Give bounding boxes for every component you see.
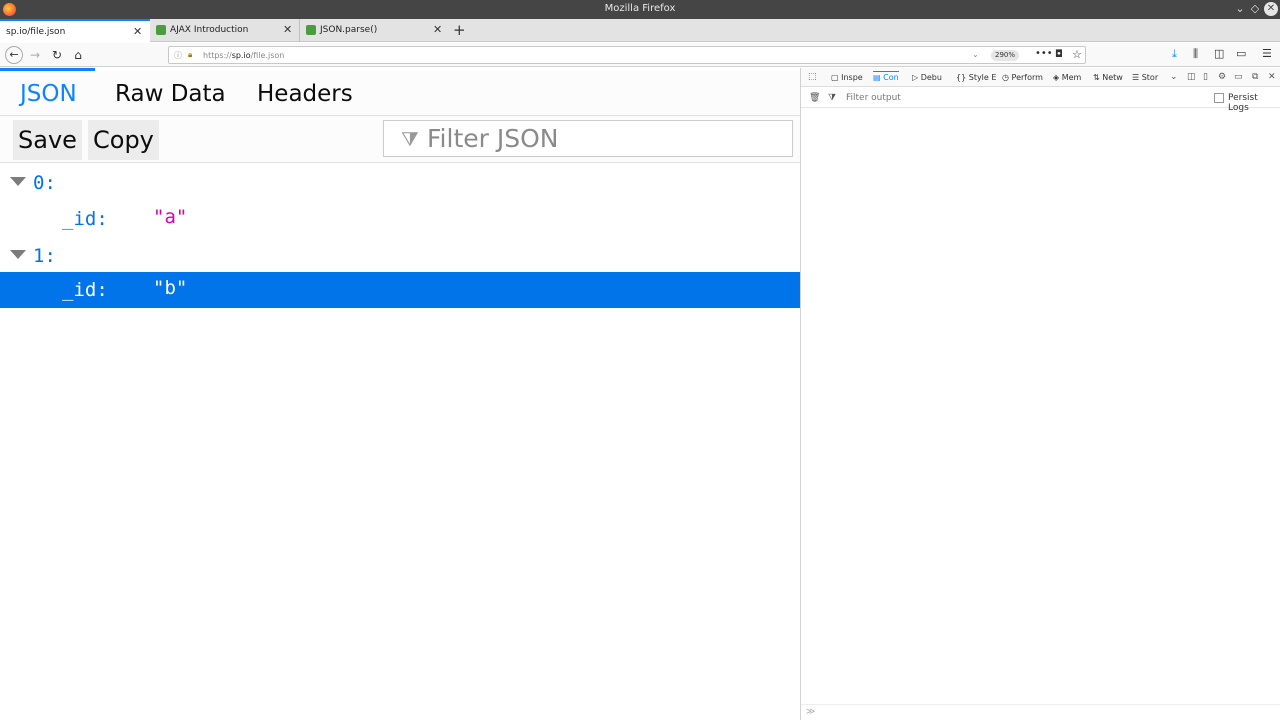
console-input-line[interactable]: ≫ (801, 704, 1280, 720)
close-devtools-icon[interactable]: ✕ (1268, 72, 1276, 82)
forward-arrow-icon[interactable]: → (28, 46, 42, 64)
devtools-tab-label: Netw (1102, 73, 1123, 82)
devtools-tab-label: Debu (920, 73, 942, 82)
tab-ajax-introduction[interactable]: AJAX Introduction ✕ (152, 19, 300, 42)
tree-row[interactable]: _id: "a" (0, 201, 800, 237)
devtools-tab-label: Inspe (841, 73, 863, 82)
persist-logs-label: Persist Logs (1228, 93, 1258, 113)
json-key: _id: (62, 208, 108, 230)
chevron-down-icon[interactable]: ⌄ (1170, 72, 1178, 82)
settings-gear-icon[interactable]: ⚙ (1218, 72, 1226, 82)
close-tab-icon[interactable]: ✕ (433, 23, 442, 36)
devtools-panel: ⬚ ▢ Inspe ▤ Con ▷ Debu {} Style E ◷ Perf… (800, 68, 1280, 720)
url-path: /file.json (250, 51, 285, 60)
close-tab-icon[interactable]: ✕ (133, 25, 142, 38)
dock-bottom-icon[interactable]: ▭ (1234, 72, 1243, 82)
json-key: _id: (62, 279, 108, 301)
devtools-tab-label: Mem (1061, 73, 1082, 82)
screenshot-icon[interactable]: ▭ (1236, 47, 1246, 60)
home-icon[interactable]: ⌂ (71, 46, 85, 64)
filter-json-input[interactable]: ⧩ Filter JSON (383, 120, 793, 157)
tab-strip: sp.io/file.json ✕ AJAX Introduction ✕ JS… (0, 19, 1280, 43)
json-viewer: JSON Raw Data Headers Save Copy ⧩ Filter… (0, 68, 800, 720)
json-key: 1: (33, 245, 56, 267)
w3schools-favicon-icon (156, 25, 166, 35)
dock-side-icon[interactable]: ◫ (1187, 72, 1196, 82)
expand-triangle-icon[interactable] (10, 177, 26, 186)
tab-headers[interactable]: Headers (257, 81, 353, 107)
pick-element-icon[interactable]: ⬚ (808, 72, 817, 82)
trash-icon[interactable]: 🗑︎ (809, 93, 820, 103)
w3schools-favicon-icon (306, 25, 316, 35)
tab-file-json[interactable]: sp.io/file.json ✕ (0, 19, 150, 43)
devtools-tab-label: Con (883, 73, 899, 82)
lock-warning-icon[interactable]: 🔒︎ (188, 50, 192, 60)
url-scheme: https:// (203, 51, 232, 60)
url-host: sp.io (231, 51, 251, 60)
viewer-tabs: JSON Raw Data Headers (0, 71, 800, 116)
minimize-icon[interactable]: ⌄ (1233, 2, 1247, 16)
devtools-tab-console[interactable]: ▤ Con (873, 71, 899, 82)
tree-row[interactable]: 0: (0, 165, 800, 201)
filter-funnel-icon: ⧩ (401, 127, 419, 151)
window-title: Mozilla Firefox (604, 3, 676, 14)
zoom-level-badge[interactable]: 290% (991, 50, 1020, 61)
download-icon[interactable]: ⤓ (1172, 47, 1177, 61)
close-tab-icon[interactable]: ✕ (283, 23, 292, 36)
tab-json-parse[interactable]: JSON.parse() ✕ (302, 19, 450, 42)
devtools-tab-storage[interactable]: ☰ Stor (1132, 73, 1158, 82)
info-icon[interactable]: ⓘ (174, 50, 182, 61)
devtools-tab-style-editor[interactable]: {} Style E (956, 73, 996, 82)
back-arrow-icon[interactable]: ← (5, 46, 23, 64)
library-icon[interactable]: ⫼ (1193, 47, 1198, 61)
filter-output-input[interactable]: Filter output (846, 93, 901, 103)
bookmark-star-icon[interactable]: ☆ (1072, 48, 1082, 61)
hamburger-menu-icon[interactable]: ☰ (1262, 47, 1272, 60)
save-button[interactable]: Save (13, 120, 82, 160)
filter-funnel-icon: ⧩ (828, 93, 837, 103)
json-value: "b" (153, 277, 188, 299)
responsive-design-icon[interactable]: ▯ (1203, 72, 1208, 82)
tab-raw-data[interactable]: Raw Data (115, 81, 226, 107)
devtools-tab-label: Stor (1141, 73, 1159, 82)
copy-button[interactable]: Copy (88, 120, 159, 160)
page-actions-more-icon[interactable]: ••• (1035, 48, 1053, 59)
devtools-tabs: ⬚ ▢ Inspe ▤ Con ▷ Debu {} Style E ◷ Perf… (801, 68, 1280, 87)
navigation-toolbar: ← → ↻ ⌂ ⓘ 🔒︎ https://sp.io/file.json ⌄ 2… (0, 43, 1280, 67)
tab-label: sp.io/file.json (6, 27, 66, 37)
devtools-tab-label: Style E (968, 73, 997, 82)
devtools-tab-memory[interactable]: ◈ Mem (1053, 73, 1081, 82)
console-toolbar: 🗑︎ ⧩ Filter output Persist Logs (801, 88, 1280, 113)
window-titlebar: Mozilla Firefox ⌄ ◇ ✕ (0, 0, 1280, 19)
sidebar-icon[interactable]: ◫ (1214, 47, 1224, 60)
url-text[interactable]: https://sp.io/file.json (203, 51, 284, 60)
maximize-icon[interactable]: ◇ (1248, 2, 1262, 16)
new-tab-plus-icon[interactable]: + (453, 21, 466, 39)
pocket-icon[interactable]: ◘ (1055, 49, 1063, 60)
devtools-tab-network[interactable]: ⇅ Netw (1093, 73, 1123, 82)
close-window-icon[interactable]: ✕ (1264, 2, 1278, 16)
json-value: "a" (153, 206, 188, 228)
devtools-tab-label: Perform (1011, 73, 1043, 82)
chevron-down-icon[interactable]: ⌄ (972, 50, 979, 59)
reload-icon[interactable]: ↻ (50, 46, 64, 64)
filter-placeholder: Filter JSON (427, 124, 559, 153)
persist-logs-checkbox[interactable] (1214, 93, 1224, 103)
address-bar[interactable]: ⓘ 🔒︎ https://sp.io/file.json ⌄ 290% ••• … (168, 46, 1086, 64)
devtools-tab-debugger[interactable]: ▷ Debu (912, 73, 942, 82)
tree-row-selected[interactable]: _id: "b" (0, 272, 800, 308)
tab-json[interactable]: JSON (20, 81, 77, 107)
console-prompt-icon: ≫ (806, 707, 816, 717)
json-key: 0: (33, 172, 56, 194)
json-toolbar: Save Copy ⧩ Filter JSON (0, 116, 800, 163)
tree-row[interactable]: 1: (0, 238, 800, 274)
separate-window-icon[interactable]: ⧉ (1252, 72, 1258, 82)
expand-triangle-icon[interactable] (10, 250, 26, 259)
tab-label: AJAX Introduction (170, 25, 249, 35)
devtools-tab-inspector[interactable]: ▢ Inspe (831, 73, 863, 82)
tab-label: JSON.parse() (320, 25, 378, 35)
devtools-tab-performance[interactable]: ◷ Perform (1002, 73, 1043, 82)
